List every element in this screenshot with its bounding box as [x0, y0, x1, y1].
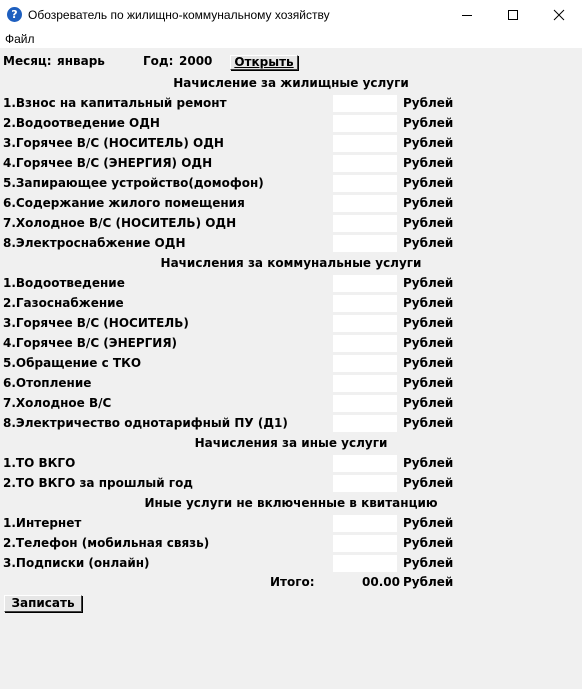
currency-label: Рублей [403, 196, 454, 210]
year-label: Год: [143, 54, 174, 68]
close-icon [553, 9, 565, 21]
charge-amount-input[interactable] [333, 175, 397, 192]
charge-amount-input[interactable] [333, 335, 397, 352]
charge-label: 7.Холодное В/С (НОСИТЕЛЬ) ОДН [3, 216, 237, 230]
charge-amount-input[interactable] [333, 535, 397, 552]
currency-label: Рублей [403, 276, 454, 290]
charge-amount-input[interactable] [333, 275, 397, 292]
charge-amount-input[interactable] [333, 555, 397, 572]
currency-label: Рублей [403, 216, 454, 230]
charge-label: 2.Водоотведение ОДН [3, 116, 160, 130]
total-value: 00.00 [362, 575, 400, 589]
charge-amount-input[interactable] [333, 455, 397, 472]
total-currency: Рублей [403, 575, 454, 589]
section-title: Начисления за иные услуги [194, 436, 388, 450]
section-title: Начисления за коммунальные услуги [160, 256, 422, 270]
currency-label: Рублей [403, 176, 454, 190]
charge-label: 2.ТО ВКГО за прошлый год [3, 476, 194, 490]
charge-amount-input[interactable] [333, 515, 397, 532]
charge-amount-input[interactable] [333, 95, 397, 112]
charge-label: 5.Обращение с ТКО [3, 356, 142, 370]
month-value: январь [57, 54, 105, 68]
currency-label: Рублей [403, 396, 454, 410]
charge-label: 7.Холодное В/С [3, 396, 112, 410]
total-label: Итого: [270, 575, 315, 589]
currency-label: Рублей [403, 556, 454, 570]
currency-label: Рублей [403, 356, 454, 370]
currency-label: Рублей [403, 536, 454, 550]
currency-label: Рублей [403, 456, 454, 470]
menu-bar: Файл [0, 30, 582, 48]
charge-label: 5.Запирающее устройство(домофон) [3, 176, 264, 190]
charge-label: 2.Телефон (мобильная связь) [3, 536, 210, 550]
charge-amount-input[interactable] [333, 155, 397, 172]
month-label: Месяц: [3, 54, 52, 68]
minimize-button[interactable] [444, 0, 490, 30]
charge-amount-input[interactable] [333, 235, 397, 252]
save-button[interactable]: Записать [4, 595, 82, 612]
charge-amount-input[interactable] [333, 475, 397, 492]
currency-label: Рублей [403, 96, 454, 110]
charge-amount-input[interactable] [333, 135, 397, 152]
open-button[interactable]: Открыть [230, 55, 298, 70]
charge-amount-input[interactable] [333, 355, 397, 372]
charge-label: 4.Горячее В/С (ЭНЕРГИЯ) ОДН [3, 156, 213, 170]
currency-label: Рублей [403, 116, 454, 130]
year-value: 2000 [179, 54, 213, 68]
charge-label: 4.Горячее В/С (ЭНЕРГИЯ) [3, 336, 178, 350]
charge-amount-input[interactable] [333, 295, 397, 312]
charge-label: 8.Электричество однотарифный ПУ (Д1) [3, 416, 288, 430]
charge-label: 3.Подписки (онлайн) [3, 556, 150, 570]
currency-label: Рублей [403, 416, 454, 430]
currency-label: Рублей [403, 376, 454, 390]
help-question-icon: ? [7, 7, 22, 22]
currency-label: Рублей [403, 156, 454, 170]
charge-label: 6.Содержание жилого помещения [3, 196, 245, 210]
charge-amount-input[interactable] [333, 215, 397, 232]
section-title: Иные услуги не включенные в квитанцию [144, 496, 438, 510]
minimize-icon [462, 15, 472, 16]
charge-amount-input[interactable] [333, 315, 397, 332]
charge-label: 1.Интернет [3, 516, 82, 530]
currency-label: Рублей [403, 136, 454, 150]
charge-amount-input[interactable] [333, 375, 397, 392]
charge-amount-input[interactable] [333, 415, 397, 432]
currency-label: Рублей [403, 476, 454, 490]
charge-amount-input[interactable] [333, 395, 397, 412]
title-bar: ? Обозреватель по жилищно-коммунальному … [0, 0, 582, 30]
close-button[interactable] [536, 0, 582, 30]
charge-label: 2.Газоснабжение [3, 296, 124, 310]
currency-label: Рублей [403, 316, 454, 330]
currency-label: Рублей [403, 336, 454, 350]
window-title: Обозреватель по жилищно-коммунальному хо… [28, 8, 330, 22]
charge-label: 1.ТО ВКГО [3, 456, 76, 470]
charge-label: 3.Горячее В/С (НОСИТЕЛЬ) [3, 316, 189, 330]
charge-label: 1.Водоотведение [3, 276, 125, 290]
currency-label: Рублей [403, 516, 454, 530]
section-title: Начисление за жилищные услуги [173, 76, 409, 90]
maximize-icon [508, 10, 518, 20]
charge-label: 1.Взнос на капитальный ремонт [3, 96, 227, 110]
charge-amount-input[interactable] [333, 195, 397, 212]
menu-file[interactable]: Файл [5, 32, 35, 46]
maximize-button[interactable] [490, 0, 536, 30]
currency-label: Рублей [403, 236, 454, 250]
charge-amount-input[interactable] [333, 115, 397, 132]
charge-label: 6.Отопление [3, 376, 92, 390]
charge-label: 3.Горячее В/С (НОСИТЕЛЬ) ОДН [3, 136, 224, 150]
charge-label: 8.Электроснабжение ОДН [3, 236, 186, 250]
currency-label: Рублей [403, 296, 454, 310]
